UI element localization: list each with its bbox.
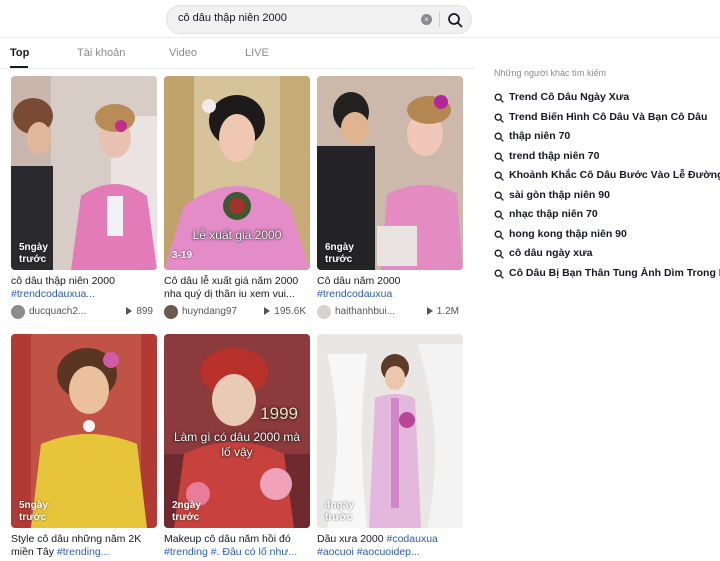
tab-video[interactable]: Video <box>169 47 197 59</box>
search-icon <box>494 230 504 240</box>
search-icon <box>494 249 504 259</box>
related-search-label: Trend Biến Hình Cô Dâu Và Bạn Cô Dâu <box>509 110 708 123</box>
username[interactable]: huyndang97 <box>182 306 254 317</box>
avatar[interactable] <box>164 305 178 319</box>
related-search-item[interactable]: Cô Dâu Bị Bạn Thân Tung Ảnh Dìm Trong Lễ… <box>494 266 720 285</box>
related-search-label: Cô Dâu Bị Bạn Thân Tung Ảnh Dìm Trong Lễ… <box>509 266 720 279</box>
search-bar[interactable]: cô dâu thập niên 2000 × <box>166 5 472 34</box>
description-text: Dâu xưa 2000 <box>317 533 387 545</box>
video-meta: huyndang97 195.6K <box>164 304 310 320</box>
related-search-item[interactable]: cô dâu ngày xưa <box>494 246 720 265</box>
video-card[interactable]: 1999 Làm gì có dâu 2000 mà lố vậy 2ngày … <box>164 334 310 559</box>
play-icon <box>126 307 133 315</box>
video-date: 6ngày trước <box>325 242 354 265</box>
video-thumbnail[interactable]: Lễ xuất giá 2000 3-19 <box>164 76 310 270</box>
username[interactable]: ducquach2... <box>29 306 101 317</box>
tab-live[interactable]: LIVE <box>245 47 269 59</box>
related-searches-title: Những người khác tìm kiếm <box>494 68 606 78</box>
hashtag[interactable]: #trendcodauxua <box>317 288 392 300</box>
play-icon <box>426 307 433 315</box>
related-search-label: sài gòn thập niên 90 <box>509 188 610 201</box>
related-search-label: Trend Cô Dâu Ngày Xưa <box>509 91 630 103</box>
search-icon <box>494 191 504 201</box>
video-thumbnail[interactable]: 6ngày trước <box>317 76 463 270</box>
related-search-item[interactable]: sài gòn thập niên 90 <box>494 188 720 207</box>
description-text: Makeup cô dâu năm hồi đó <box>164 533 291 545</box>
video-description[interactable]: Cô dâu lễ xuất giá năm 2000 nha quý dị t… <box>164 275 310 301</box>
related-search-label: nhạc thập niên 70 <box>509 208 598 220</box>
video-description[interactable]: Cô dâu năm 2000 #trendcodauxua <box>317 275 463 301</box>
related-search-item[interactable]: Khoảnh Khắc Cô Dâu Bước Vào Lễ Đường <box>494 168 720 187</box>
video-card[interactable]: 5ngày trước cô dâu thập niên 2000 #trend… <box>11 76 157 320</box>
description-text: Cô dâu lễ xuất giá năm 2000 nha quý dị t… <box>164 275 299 300</box>
search-icon <box>494 93 504 103</box>
search-divider <box>439 12 440 27</box>
related-search-label: hong kong thập niên 90 <box>509 227 627 240</box>
username[interactable]: haithanhbui... <box>335 306 407 317</box>
video-card[interactable]: 5ngày trước Style cô dâu những năm 2K mi… <box>11 334 157 559</box>
related-search-item[interactable]: trend thập niên 70 <box>494 149 720 168</box>
video-thumbnail[interactable]: 4ngày trước <box>317 334 463 528</box>
tab-accounts[interactable]: Tài khoản <box>77 47 125 59</box>
related-search-label: Khoảnh Khắc Cô Dâu Bước Vào Lễ Đường <box>509 169 720 181</box>
view-count: 1.2M <box>426 306 459 317</box>
video-card[interactable]: 4ngày trước Dâu xưa 2000 #codauxua #aocu… <box>317 334 463 559</box>
view-count: 195.6K <box>264 306 306 317</box>
video-card[interactable]: Lễ xuất giá 2000 3-19 Cô dâu lễ xuất giá… <box>164 76 310 320</box>
video-date: 2ngày trước <box>172 500 201 523</box>
video-meta: haithanhbui... 1.2M <box>317 304 463 320</box>
related-search-label: trend thập niên 70 <box>509 149 600 162</box>
view-count: 899 <box>126 306 153 317</box>
hashtag[interactable]: #trending #. Đâu có lố như... <box>164 546 297 558</box>
video-date: 5ngày trước <box>19 500 48 523</box>
tab-top[interactable]: Top <box>10 47 29 59</box>
description-text: cô dâu thập niên 2000 <box>11 275 115 287</box>
video-meta: ducquach2... 899 <box>11 304 157 320</box>
video-overlay-year: 1999 <box>260 404 298 423</box>
related-search-item[interactable]: thập niên 70 <box>494 129 720 148</box>
tabs-divider <box>0 68 475 69</box>
video-date: 4ngày trước <box>325 500 354 523</box>
search-icon <box>494 152 504 162</box>
video-date: 5ngày trước <box>19 242 48 265</box>
search-icon <box>494 171 504 181</box>
search-icon <box>494 269 504 279</box>
video-card[interactable]: 6ngày trước Cô dâu năm 2000 #trendcodaux… <box>317 76 463 320</box>
bride-white-gowns-thumbnail-image <box>317 334 463 528</box>
related-search-label: thập niên 70 <box>509 130 571 142</box>
bride-makeup-thumbnail-image <box>11 76 157 270</box>
bride-yellow-dress-thumbnail-image <box>11 334 157 528</box>
description-text: Cô dâu năm 2000 <box>317 275 401 287</box>
search-tabs: Top Tài khoản Video LIVE <box>0 38 475 68</box>
search-icon <box>494 113 504 123</box>
search-icon <box>494 210 504 220</box>
video-description[interactable]: Makeup cô dâu năm hồi đó #trending #. Đâ… <box>164 533 310 559</box>
search-icon <box>494 132 504 142</box>
clear-search-icon[interactable]: × <box>421 14 432 25</box>
video-thumbnail[interactable]: 1999 Làm gì có dâu 2000 mà lố vậy 2ngày … <box>164 334 310 528</box>
search-input[interactable]: cô dâu thập niên 2000 <box>178 12 287 24</box>
video-thumbnail[interactable]: 5ngày trước <box>11 334 157 528</box>
video-overlay-text: Làm gì có dâu 2000 mà lố vậy <box>173 430 301 459</box>
bride-makeup-artist-thumbnail-image <box>317 76 463 270</box>
video-description[interactable]: Dâu xưa 2000 #codauxua #aocuoi #aocuoide… <box>317 533 463 559</box>
related-search-item[interactable]: hong kong thập niên 90 <box>494 227 720 246</box>
related-search-item[interactable]: Trend Cô Dâu Ngày Xưa <box>494 90 720 109</box>
video-date: 3-19 <box>172 250 193 261</box>
hashtag[interactable]: #trending... <box>57 546 110 558</box>
related-search-item[interactable]: Trend Biến Hình Cô Dâu Và Bạn Cô Dâu <box>494 110 720 129</box>
video-overlay-text: Lễ xuất giá 2000 <box>192 228 282 242</box>
hashtag[interactable]: #trendcodauxua... <box>11 288 95 300</box>
avatar[interactable] <box>11 305 25 319</box>
related-search-item[interactable]: nhạc thập niên 70 <box>494 207 720 226</box>
avatar[interactable] <box>317 305 331 319</box>
search-icon[interactable] <box>446 11 464 29</box>
video-description[interactable]: cô dâu thập niên 2000 #trendcodauxua... <box>11 275 157 301</box>
play-icon <box>264 307 271 315</box>
video-thumbnail[interactable]: 5ngày trước <box>11 76 157 270</box>
video-description[interactable]: Style cô dâu những năm 2K miền Tây #tren… <box>11 533 157 559</box>
related-search-label: cô dâu ngày xưa <box>509 247 593 259</box>
